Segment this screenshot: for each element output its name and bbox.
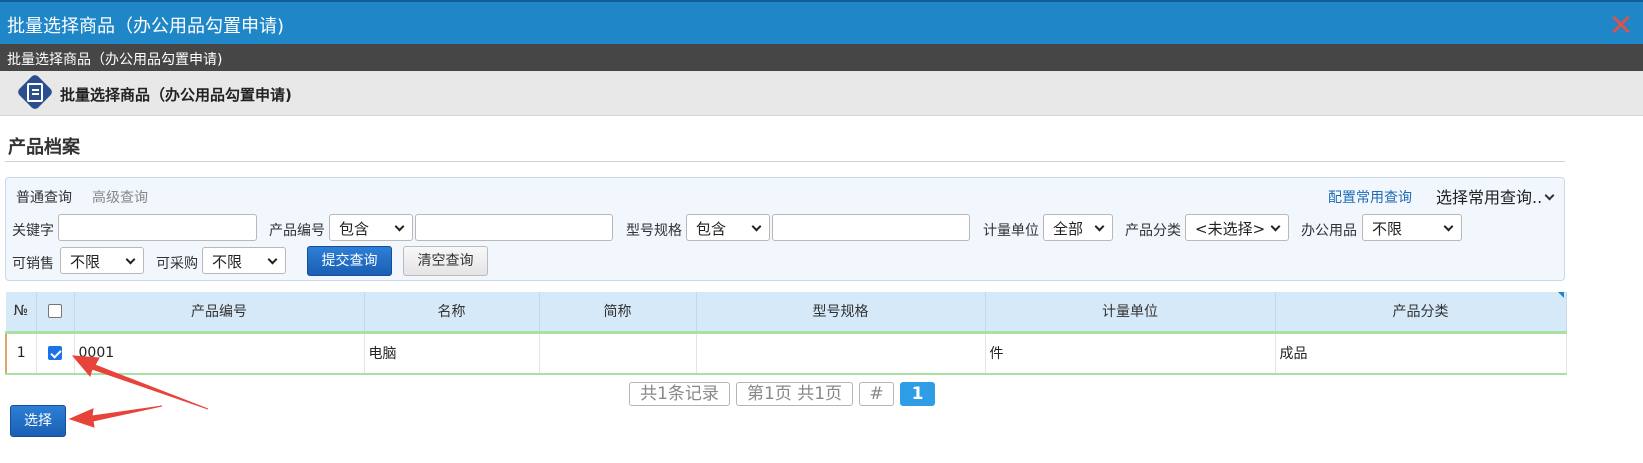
- cell-name: 电脑: [364, 332, 540, 375]
- keyword-label: 关键字: [12, 223, 54, 239]
- unit-label: 计量单位: [983, 223, 1039, 239]
- product-table: № 产品编号 名称 简称 型号规格 计量单位 产品分类 1 0001 电脑 件 …: [5, 292, 1567, 375]
- page-header: 批量选择商品（办公用品勾置申请): [0, 71, 1643, 116]
- chevron-down-icon: [1443, 221, 1454, 232]
- column-header-short-name[interactable]: 简称: [539, 292, 697, 334]
- spec-input[interactable]: [772, 214, 970, 241]
- cell-unit: 件: [985, 332, 1276, 375]
- category-select[interactable]: <未选择>: [1185, 214, 1289, 241]
- window-title: 批量选择商品（办公用品勾置申请): [7, 16, 285, 37]
- column-header-name[interactable]: 名称: [364, 292, 540, 334]
- row-checkbox[interactable]: [48, 346, 62, 361]
- pagination-record-count: 共1条记录: [629, 382, 730, 406]
- annotation-arrow-to-select-button: [68, 405, 163, 428]
- product-code-label: 产品编号: [269, 223, 325, 239]
- cell-short-name: [539, 332, 697, 375]
- sellable-select[interactable]: 不限: [60, 247, 144, 274]
- column-header-unit[interactable]: 计量单位: [985, 292, 1276, 334]
- product-code-operator-select[interactable]: 包含: [329, 214, 413, 241]
- table-header-row: № 产品编号 名称 简称 型号规格 计量单位 产品分类: [6, 292, 1567, 334]
- row-select-cell[interactable]: [36, 332, 75, 375]
- common-query-select-label: 选择常用查询..: [1436, 188, 1543, 207]
- clipboard-icon: [27, 83, 43, 102]
- keyword-input[interactable]: [58, 214, 257, 241]
- cell-spec: [696, 332, 986, 375]
- spec-label: 型号规格: [626, 223, 682, 239]
- spec-operator-value: 包含: [696, 220, 727, 238]
- config-common-query-link[interactable]: 配置常用查询: [1328, 187, 1412, 207]
- common-query-select[interactable]: 选择常用查询..: [1436, 184, 1555, 208]
- section-divider: [5, 161, 1565, 162]
- dialog-subtitle-bar: 批量选择商品（办公用品勾置申请): [0, 44, 1643, 71]
- tab-advanced-query[interactable]: 高级查询: [92, 187, 148, 207]
- office-supplies-label: 办公用品: [1301, 223, 1357, 239]
- cell-product-code: 0001: [74, 332, 365, 375]
- page-title: 批量选择商品（办公用品勾置申请): [60, 86, 292, 104]
- pagination-page-1[interactable]: 1: [900, 382, 935, 406]
- category-select-value: <未选择>: [1195, 220, 1266, 238]
- product-code-operator-value: 包含: [339, 220, 370, 238]
- dialog-subtitle: 批量选择商品（办公用品勾置申请): [7, 52, 223, 68]
- column-header-spec[interactable]: 型号规格: [696, 292, 986, 334]
- pagination-page-info: 第1页 共1页: [736, 382, 853, 406]
- office-supplies-select[interactable]: 不限: [1362, 214, 1462, 241]
- chevron-down-icon: [751, 221, 762, 232]
- select-all-checkbox[interactable]: [48, 304, 62, 319]
- chevron-down-icon: [394, 221, 405, 232]
- chevron-down-icon: [1544, 190, 1555, 201]
- column-header-select-all[interactable]: [36, 292, 75, 334]
- purchasable-value: 不限: [212, 253, 243, 271]
- clear-query-button[interactable]: 清空查询: [403, 246, 488, 276]
- pagination-jump[interactable]: #: [859, 382, 894, 406]
- purchasable-label: 可采购: [156, 256, 198, 272]
- query-panel: 普通查询 高级查询 配置常用查询 选择常用查询.. 关键字 产品编号 包含 型号…: [5, 177, 1565, 281]
- unit-select[interactable]: 全部: [1043, 214, 1113, 241]
- cell-category: 成品: [1275, 332, 1567, 375]
- chevron-down-icon: [125, 254, 136, 265]
- chevron-down-icon: [1094, 221, 1105, 232]
- chevron-down-icon: [1270, 221, 1281, 232]
- unit-select-value: 全部: [1053, 220, 1084, 238]
- select-button[interactable]: 选择: [10, 405, 66, 437]
- tab-basic-query[interactable]: 普通查询: [16, 187, 72, 207]
- column-header-category[interactable]: 产品分类: [1275, 292, 1567, 334]
- category-label: 产品分类: [1125, 223, 1181, 239]
- window-titlebar: 批量选择商品（办公用品勾置申请): [0, 0, 1643, 44]
- sellable-label: 可销售: [12, 256, 54, 272]
- column-header-product-code[interactable]: 产品编号: [74, 292, 365, 334]
- spec-operator-select[interactable]: 包含: [686, 214, 770, 241]
- purchasable-select[interactable]: 不限: [202, 247, 286, 274]
- sellable-value: 不限: [70, 253, 101, 271]
- column-header-no: №: [6, 292, 37, 334]
- chevron-down-icon: [267, 254, 278, 265]
- section-title: 产品档案: [8, 137, 80, 158]
- table-row[interactable]: 1 0001 电脑 件 成品: [5, 332, 1567, 375]
- close-icon[interactable]: [1609, 12, 1633, 36]
- table-corner-marker: [1558, 292, 1564, 298]
- office-supplies-value: 不限: [1372, 220, 1403, 238]
- product-code-input[interactable]: [415, 214, 613, 241]
- submit-query-button[interactable]: 提交查询: [307, 246, 392, 276]
- row-number: 1: [5, 332, 37, 375]
